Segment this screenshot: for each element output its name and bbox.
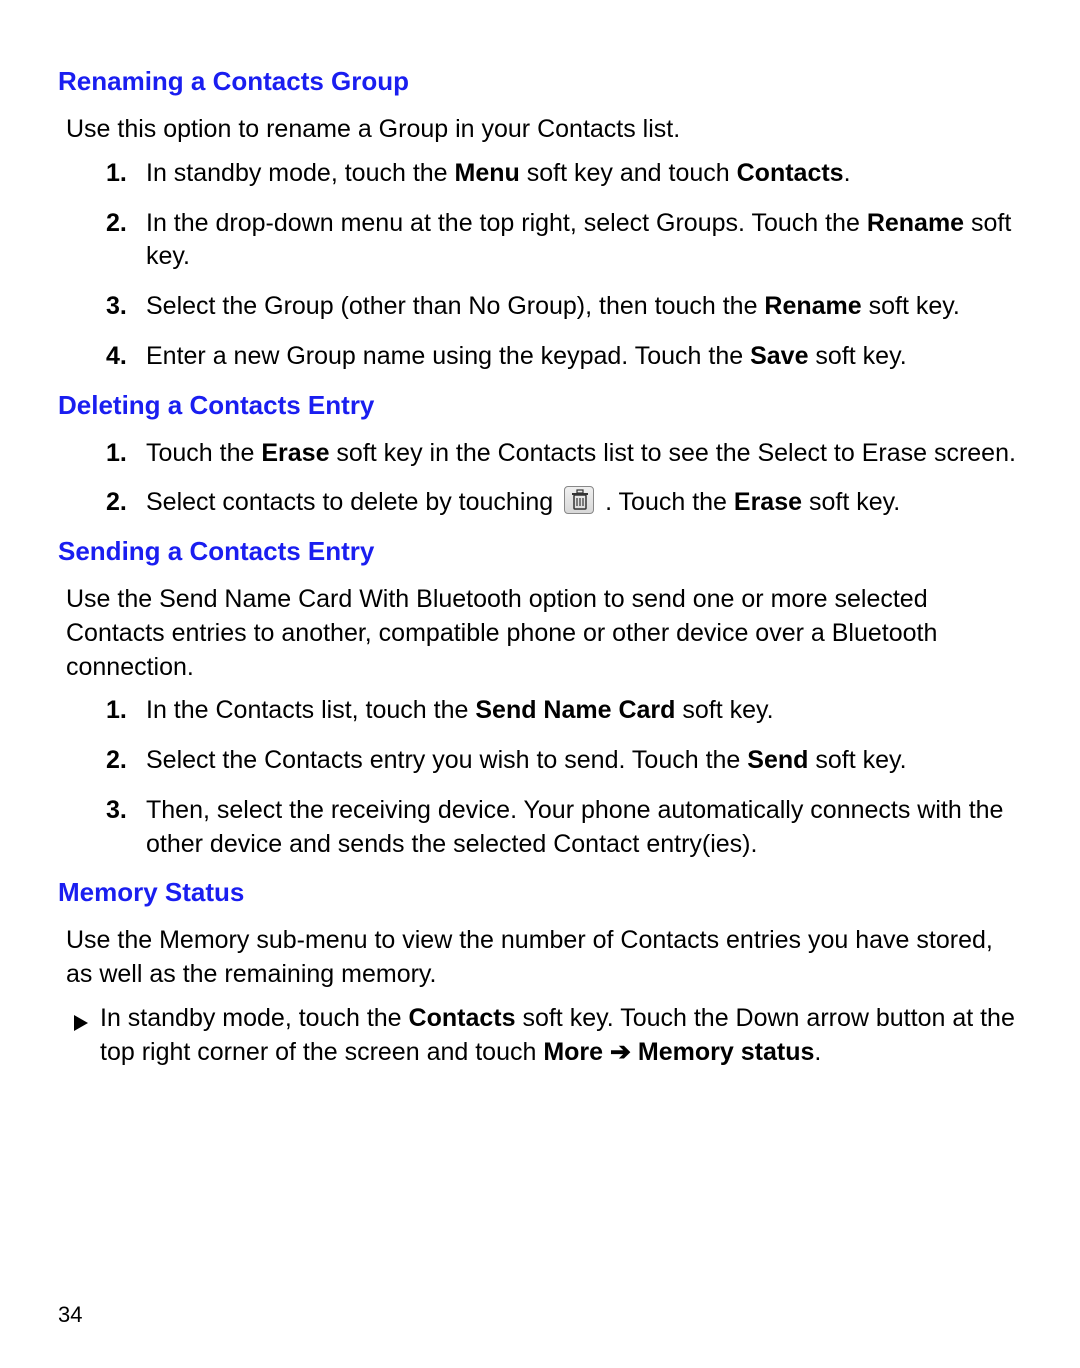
text: soft key. xyxy=(802,488,900,516)
heading-renaming: Renaming a Contacts Group xyxy=(58,66,1022,97)
text xyxy=(631,1038,638,1066)
step-1: 1. In standby mode, touch the Menu soft … xyxy=(106,157,1022,191)
step-2: 2. In the drop-down menu at the top righ… xyxy=(106,207,1022,275)
bold-contacts: Contacts xyxy=(409,1004,516,1032)
text: soft key in the Contacts list to see the… xyxy=(329,439,1015,467)
steps-deleting: 1. Touch the Erase soft key in the Conta… xyxy=(106,437,1022,521)
heading-memory: Memory Status xyxy=(58,877,1022,908)
steps-renaming: 1. In standby mode, touch the Menu soft … xyxy=(106,157,1022,374)
step-number: 2. xyxy=(106,744,127,778)
trash-icon xyxy=(564,486,594,514)
text: soft key. xyxy=(675,696,773,724)
bold-send-name-card: Send Name Card xyxy=(475,696,675,724)
step-2: 2. Select contacts to delete by touching… xyxy=(106,486,1022,520)
step-3: 3. Then, select the receiving device. Yo… xyxy=(106,794,1022,862)
heading-sending: Sending a Contacts Entry xyxy=(58,536,1022,567)
text: . xyxy=(844,159,851,187)
step-number: 1. xyxy=(106,437,127,471)
step-3: 3. Select the Group (other than No Group… xyxy=(106,290,1022,324)
bold-rename: Rename xyxy=(867,209,964,237)
text: . Touch the xyxy=(598,488,734,516)
intro-renaming: Use this option to rename a Group in you… xyxy=(66,113,1022,147)
step-number: 3. xyxy=(106,794,127,828)
memory-bullet: In standby mode, touch the Contacts soft… xyxy=(72,1002,1022,1070)
text: In the drop-down menu at the top right, … xyxy=(146,209,867,237)
bold-erase: Erase xyxy=(261,439,329,467)
step-2: 2. Select the Contacts entry you wish to… xyxy=(106,744,1022,778)
bold-rename: Rename xyxy=(764,292,861,320)
text: soft key. xyxy=(808,746,906,774)
text xyxy=(603,1038,610,1066)
text: In standby mode, touch the xyxy=(146,159,455,187)
step-1: 1. Touch the Erase soft key in the Conta… xyxy=(106,437,1022,471)
text: Select the Contacts entry you wish to se… xyxy=(146,746,747,774)
step-number: 2. xyxy=(106,486,127,520)
text: Then, select the receiving device. Your … xyxy=(146,796,1003,858)
text: soft key and touch xyxy=(520,159,737,187)
step-number: 1. xyxy=(106,157,127,191)
steps-sending: 1. In the Contacts list, touch the Send … xyxy=(106,694,1022,861)
text: Enter a new Group name using the keypad.… xyxy=(146,342,750,370)
step-number: 4. xyxy=(106,340,127,374)
bullet-text: In standby mode, touch the Contacts soft… xyxy=(100,1002,1022,1070)
bold-send: Send xyxy=(747,746,808,774)
bold-contacts: Contacts xyxy=(737,159,844,187)
text: . xyxy=(814,1038,821,1066)
text: Select the Group (other than No Group), … xyxy=(146,292,764,320)
text: In standby mode, touch the xyxy=(100,1004,409,1032)
intro-sending: Use the Send Name Card With Bluetooth op… xyxy=(66,583,1022,684)
step-4: 4. Enter a new Group name using the keyp… xyxy=(106,340,1022,374)
bold-memory-status: Memory status xyxy=(638,1038,814,1066)
text: soft key. xyxy=(862,292,960,320)
text: Select contacts to delete by touching xyxy=(146,488,560,516)
text: Touch the xyxy=(146,439,261,467)
step-number: 2. xyxy=(106,207,127,241)
text: In the Contacts list, touch the xyxy=(146,696,475,724)
bold-more: More xyxy=(543,1038,603,1066)
step-1: 1. In the Contacts list, touch the Send … xyxy=(106,694,1022,728)
bold-menu: Menu xyxy=(455,159,520,187)
bold-erase: Erase xyxy=(734,488,802,516)
arrow-icon: ➔ xyxy=(610,1038,631,1066)
step-number: 1. xyxy=(106,694,127,728)
step-number: 3. xyxy=(106,290,127,324)
play-icon xyxy=(72,1008,90,1042)
heading-deleting: Deleting a Contacts Entry xyxy=(58,390,1022,421)
intro-memory: Use the Memory sub-menu to view the numb… xyxy=(66,924,1022,992)
bold-save: Save xyxy=(750,342,808,370)
page-number: 34 xyxy=(58,1302,82,1328)
text: soft key. xyxy=(808,342,906,370)
